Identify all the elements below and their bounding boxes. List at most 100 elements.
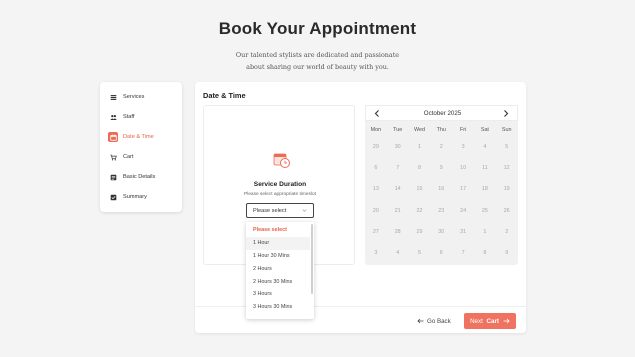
service-duration-title: Service Duration xyxy=(253,181,307,188)
go-back-button[interactable]: Go Back xyxy=(417,314,451,328)
calendar-day[interactable]: 27 xyxy=(365,229,387,235)
duration-select-value: Please select xyxy=(253,207,287,214)
calendar-day[interactable]: 26 xyxy=(496,208,518,214)
calendar-day[interactable]: 8 xyxy=(409,165,431,171)
sidebar-item-label: Basic Details xyxy=(123,174,156,180)
calendar-day[interactable]: 1 xyxy=(474,229,496,235)
calendar-day[interactable]: 14 xyxy=(387,186,409,192)
dropdown-option[interactable]: 2 Hours 30 Mins xyxy=(246,275,310,288)
calendar-weekday: Wed xyxy=(413,127,425,133)
cart-icon xyxy=(108,152,118,162)
calendar-day[interactable]: 11 xyxy=(474,165,496,171)
arrow-left-icon xyxy=(417,318,424,324)
calendar-day[interactable]: 31 xyxy=(452,229,474,235)
calendar-day[interactable]: 2 xyxy=(496,229,518,235)
dropdown-option[interactable]: 1 Hour xyxy=(246,236,310,250)
page-title: Book Your Appointment xyxy=(218,19,417,38)
next-button-prefix: Next xyxy=(470,317,483,325)
calendar-weekday: Sat xyxy=(480,127,489,133)
calendar-month-label: October 2025 xyxy=(423,110,462,117)
sidebar-item-services[interactable]: Services xyxy=(108,91,144,103)
sidebar-item-label: Cart xyxy=(123,154,134,160)
calendar-day[interactable]: 10 xyxy=(452,165,474,171)
calendar-day[interactable]: 9 xyxy=(496,250,518,256)
calendar-day[interactable]: 17 xyxy=(452,186,474,192)
calendar-day[interactable]: 3 xyxy=(365,250,387,256)
calendar-clock-icon xyxy=(273,153,290,168)
sidebar-item-label: Services xyxy=(123,94,145,100)
calendar-day[interactable]: 29 xyxy=(409,229,431,235)
chevron-down-icon xyxy=(302,209,307,212)
calendar-header: October 2025 xyxy=(365,105,518,121)
calendar-day[interactable]: 30 xyxy=(387,144,409,150)
calendar-weekday: Mon xyxy=(370,127,382,133)
calendar-day[interactable]: 16 xyxy=(430,186,452,192)
steps-sidebar: Services Staff Date & Time Cart Basic De… xyxy=(100,82,182,212)
panel-divider xyxy=(195,306,526,307)
calendar-day[interactable]: 5 xyxy=(409,250,431,256)
sidebar-item-staff[interactable]: Staff xyxy=(108,111,134,123)
calendar-day[interactable]: 29 xyxy=(365,144,387,150)
calendar-day[interactable]: 4 xyxy=(474,144,496,150)
calendar-day[interactable]: 22 xyxy=(409,208,431,214)
calendar-day[interactable]: 9 xyxy=(430,165,452,171)
calendar-day[interactable]: 1 xyxy=(409,144,431,150)
calendar-weekday: Sun xyxy=(501,127,512,133)
list-icon xyxy=(108,92,118,102)
panel-title: Date & Time xyxy=(203,91,246,100)
sidebar-item-label: Staff xyxy=(123,114,135,120)
calendar-day[interactable]: 21 xyxy=(387,208,409,214)
calendar-day[interactable]: 8 xyxy=(474,250,496,256)
calendar-day[interactable]: 13 xyxy=(365,186,387,192)
calendar-day[interactable]: 5 xyxy=(496,144,518,150)
date-time-panel: Date & Time Service Duration Please sele… xyxy=(195,82,526,333)
calendar-day[interactable]: 19 xyxy=(496,186,518,192)
sidebar-item-date-time[interactable]: Date & Time xyxy=(108,131,154,143)
calendar-weekday: Tue xyxy=(393,127,403,133)
calendar-day[interactable]: 30 xyxy=(430,229,452,235)
dropdown-option[interactable]: 3 Hours xyxy=(246,288,310,301)
id-card-icon xyxy=(108,172,118,182)
dropdown-option[interactable]: 3 Hours 30 Mins xyxy=(246,301,310,314)
check-list-icon xyxy=(108,192,118,202)
calendar-day[interactable]: 7 xyxy=(387,165,409,171)
duration-select[interactable]: Please select xyxy=(246,203,314,218)
arrow-right-icon xyxy=(503,318,510,324)
calendar-day[interactable]: 15 xyxy=(409,186,431,192)
calendar-day[interactable]: 6 xyxy=(365,165,387,171)
calendar: October 2025 Mon Tue Wed Thu Fri Sat Sun 29 30 1 2… xyxy=(365,105,518,265)
dropdown-option[interactable]: 1 Hour 30 Mins xyxy=(246,250,310,263)
sidebar-item-summary[interactable]: Summary xyxy=(108,191,147,203)
duration-dropdown-list: Please select 1 Hour 1 Hour 30 Mins 2 Ho… xyxy=(246,222,314,319)
calendar-weekday: Fri xyxy=(459,127,467,133)
next-button-target: Cart xyxy=(486,317,499,325)
calendar-weekday: Thu xyxy=(436,127,446,133)
calendar-day[interactable]: 25 xyxy=(474,208,496,214)
sidebar-item-cart[interactable]: Cart xyxy=(108,151,134,163)
calendar-day[interactable]: 3 xyxy=(452,144,474,150)
users-icon xyxy=(108,112,118,122)
dropdown-scrollbar[interactable] xyxy=(311,224,313,294)
sidebar-item-label: Summary xyxy=(123,194,147,200)
chevron-right-icon[interactable] xyxy=(502,109,510,118)
page-subtitle: Our talented stylists are dedicated and … xyxy=(0,49,635,73)
dropdown-option[interactable]: Please select xyxy=(246,224,310,237)
go-back-label: Go Back xyxy=(427,317,451,325)
sidebar-item-basic-details[interactable]: Basic Details xyxy=(108,171,155,183)
calendar-day[interactable]: 20 xyxy=(365,208,387,214)
calendar-day[interactable]: 2 xyxy=(430,144,452,150)
calendar-day[interactable]: 7 xyxy=(452,250,474,256)
subtitle-line-2: about sharing our world of beauty with y… xyxy=(246,63,389,71)
dropdown-option[interactable]: 2 Hours xyxy=(246,262,310,275)
service-duration-subtitle: Please select appropriate timeslot xyxy=(244,192,316,197)
sidebar-item-label: Date & Time xyxy=(123,134,154,140)
calendar-day[interactable]: 28 xyxy=(387,229,409,235)
calendar-day[interactable]: 23 xyxy=(430,208,452,214)
next-cart-button[interactable]: Next Cart xyxy=(464,313,516,329)
calendar-day[interactable]: 6 xyxy=(430,250,452,256)
calendar-day[interactable]: 24 xyxy=(452,208,474,214)
calendar-day[interactable]: 12 xyxy=(496,165,518,171)
calendar-day[interactable]: 18 xyxy=(474,186,496,192)
calendar-day[interactable]: 4 xyxy=(387,250,409,256)
calendar-icon xyxy=(108,132,118,142)
